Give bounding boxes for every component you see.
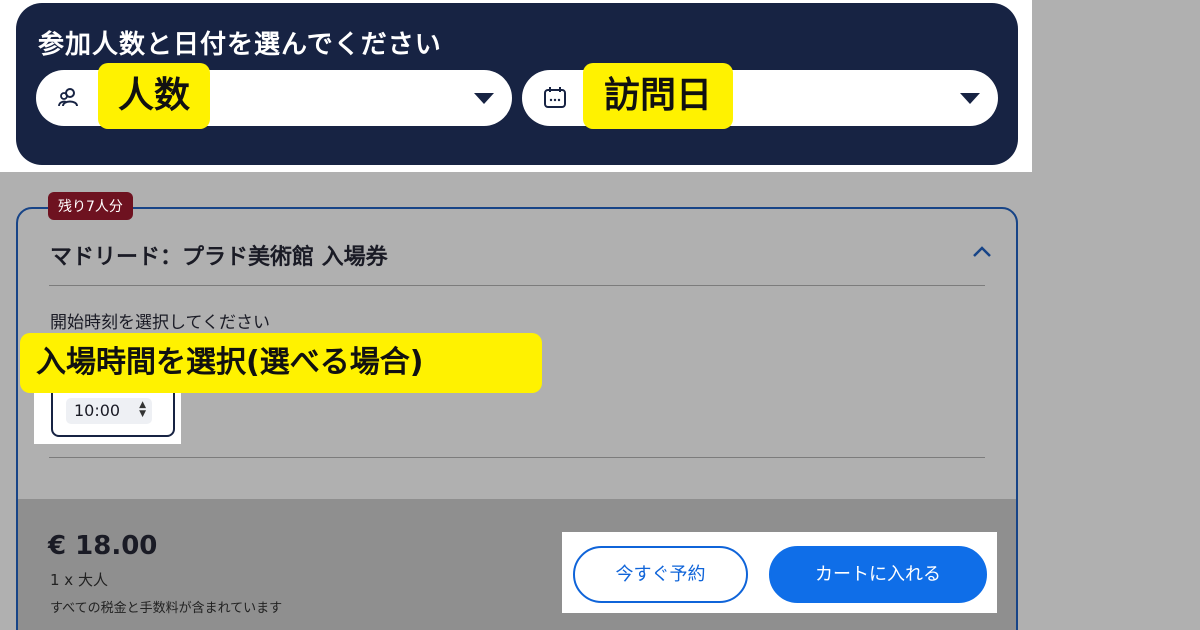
product-title: マドリード：プラド美術館 入場券 [50,245,388,270]
chevron-down-icon [474,93,494,104]
panel-title: 参加人数と日付を選んでください [38,30,442,60]
remaining-badge: 残り7人分 [48,192,133,220]
visit-date-annotation: 訪問日 [583,63,733,129]
start-time-select[interactable]: 10:00 ▲ ▼ [66,398,152,424]
spinner-icon: ▲ ▼ [139,400,146,419]
participants-annotation: 人数 [98,63,210,129]
chevron-down-icon [960,93,980,104]
tax-note: すべての税金と手数料が含まれています [50,601,283,616]
time-annotation: 入場時間を選択(選べる場合) [20,333,542,393]
chevron-up-icon[interactable] [970,243,994,259]
start-time-label: 開始時刻を選択してください [50,313,270,333]
divider [49,457,985,458]
selected-time: 10:00 [74,401,121,420]
add-to-cart-button[interactable]: カートに入れる [769,546,987,603]
price: € 18.00 [48,531,158,561]
people-icon [58,88,78,107]
quantity-summary: 1 x 大人 [50,571,108,589]
calendar-icon [544,87,566,108]
divider [49,285,985,286]
book-now-button[interactable]: 今すぐ予約 [573,546,748,603]
